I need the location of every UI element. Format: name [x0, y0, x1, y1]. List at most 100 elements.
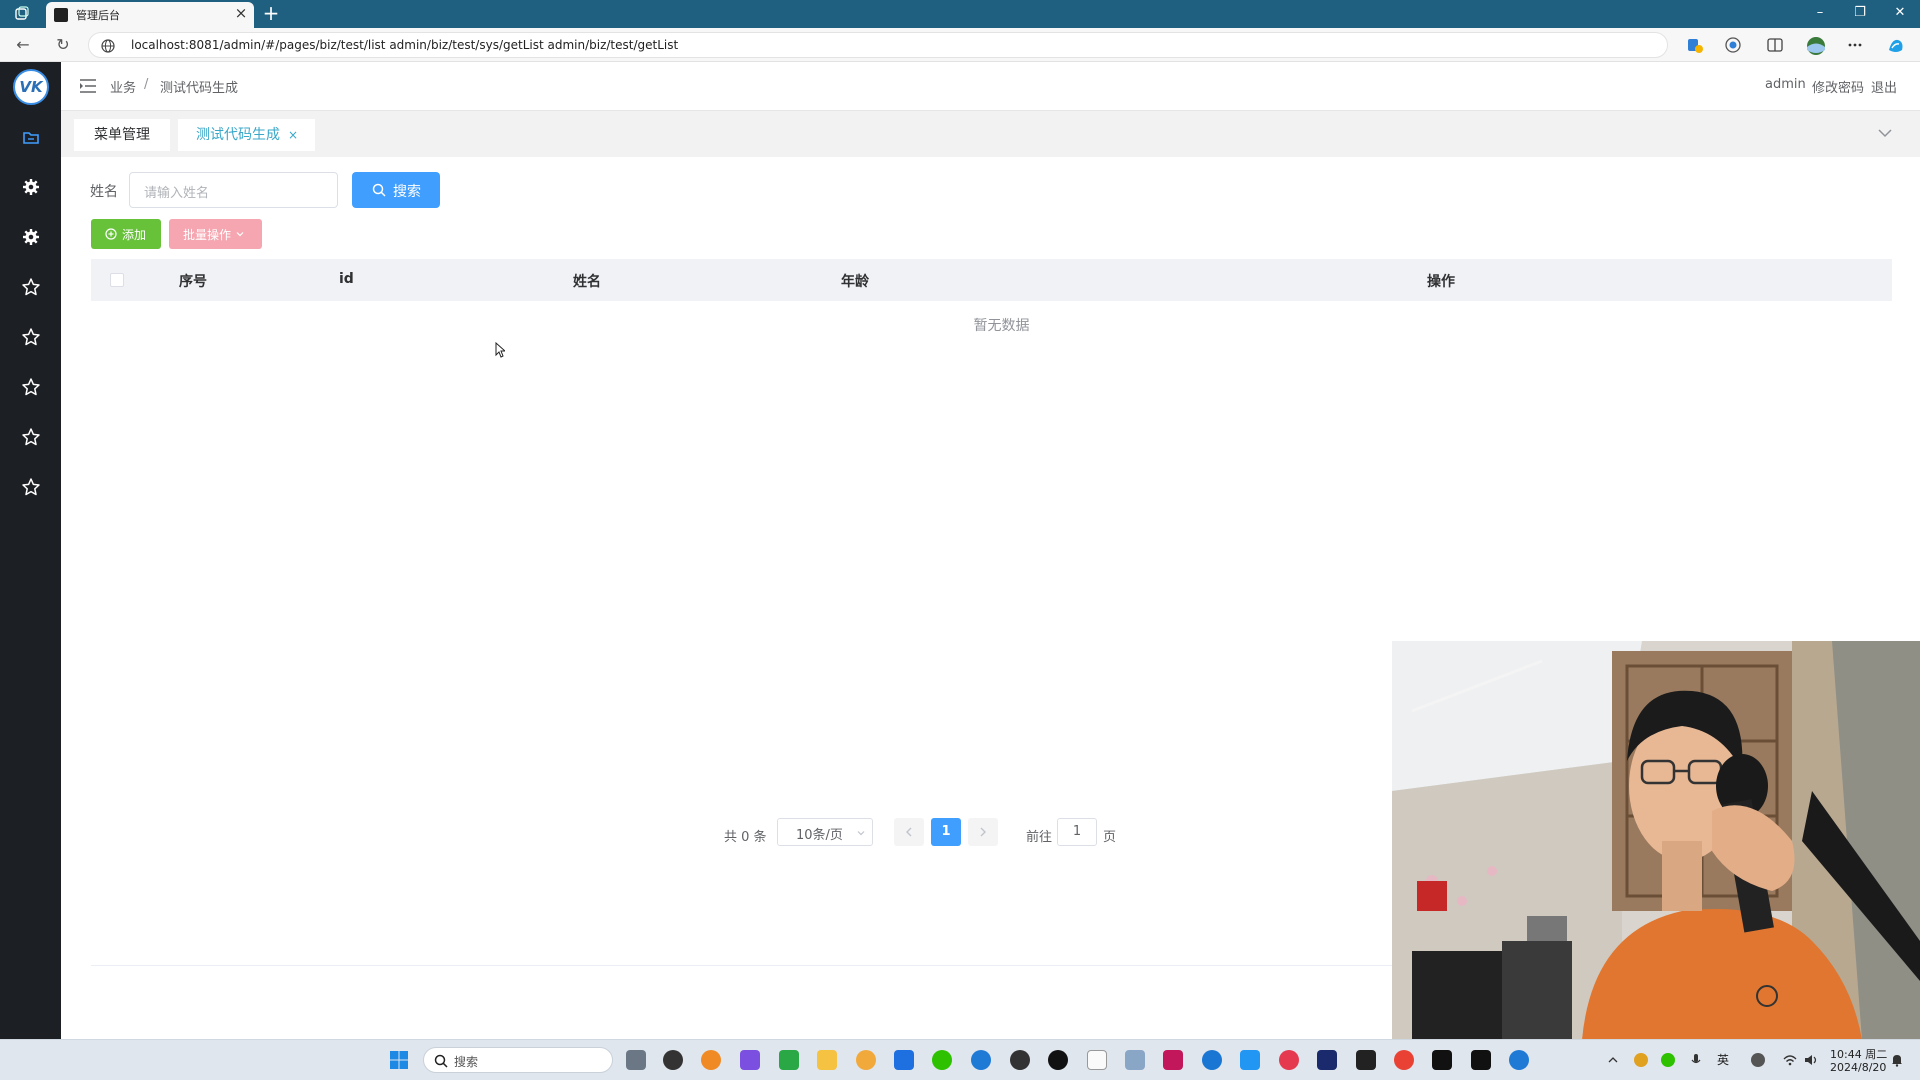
column-header-name[interactable]: 姓名: [573, 271, 601, 291]
tray-app-icon[interactable]: [1634, 1053, 1648, 1067]
gear-icon[interactable]: [21, 177, 41, 197]
profile-avatar-icon[interactable]: [1806, 36, 1825, 55]
minimize-button[interactable]: –: [1812, 5, 1828, 21]
qq-icon[interactable]: [1048, 1050, 1068, 1070]
os-taskbar: 搜索 英 10:44 周二 2024/8/20: [0, 1039, 1920, 1080]
volume-icon[interactable]: [1804, 1053, 1818, 1067]
input-language[interactable]: 英: [1717, 1051, 1729, 1068]
plus-circle-icon: [105, 228, 117, 240]
wechat-tray-icon[interactable]: [1661, 1053, 1675, 1067]
star-icon[interactable]: [21, 377, 41, 397]
star-icon[interactable]: [21, 477, 41, 497]
file-explorer-icon[interactable]: [817, 1050, 837, 1070]
microphone-icon[interactable]: [1689, 1053, 1703, 1067]
chevron-down-icon[interactable]: [1875, 123, 1895, 143]
add-button-label: 添加: [122, 228, 147, 242]
next-page-button[interactable]: [968, 818, 998, 846]
sidebar: VK: [0, 62, 61, 1039]
column-header-id[interactable]: id: [339, 271, 354, 287]
search-button-label: 搜索: [393, 184, 421, 200]
browser-tab[interactable]: 管理后台 ×: [46, 2, 254, 28]
wechat-icon[interactable]: [932, 1050, 952, 1070]
task-view-icon[interactable]: [626, 1050, 646, 1070]
extension-icon[interactable]: [1686, 36, 1704, 54]
star-icon[interactable]: [21, 327, 41, 347]
windows-start-icon[interactable]: [389, 1050, 409, 1070]
batch-actions-button[interactable]: 批量操作: [169, 219, 262, 249]
record-icon[interactable]: [1724, 36, 1742, 54]
browser-tabstrip: 管理后台 × + – ❐ ✕: [0, 0, 1920, 28]
more-menu-icon[interactable]: [1846, 36, 1864, 54]
monitor-icon[interactable]: [1125, 1050, 1145, 1070]
add-button[interactable]: 添加: [91, 219, 161, 249]
table-header: 序号 id 姓名 年龄 操作: [91, 259, 1892, 301]
vscode-icon[interactable]: [1240, 1050, 1260, 1070]
column-header-age[interactable]: 年龄: [841, 271, 869, 291]
edge-icon[interactable]: [971, 1050, 991, 1070]
gear-icon[interactable]: [21, 227, 41, 247]
address-bar[interactable]: localhost:8081/admin/#/pages/biz/test/li…: [88, 32, 1668, 58]
ime-icon[interactable]: [1751, 1053, 1765, 1067]
tab-close-icon[interactable]: ×: [288, 119, 298, 151]
clock-date[interactable]: 2024/8/20: [1830, 1061, 1886, 1074]
breadcrumb-current: 测试代码生成: [160, 81, 239, 96]
taskbar-search[interactable]: 搜索: [423, 1047, 613, 1073]
p-app-icon[interactable]: [894, 1050, 914, 1070]
tab-test-codegen[interactable]: 测试代码生成 ×: [178, 119, 315, 151]
reload-button[interactable]: ↻: [54, 36, 72, 54]
prev-page-button[interactable]: [894, 818, 924, 846]
capcut-icon[interactable]: [1471, 1050, 1491, 1070]
column-header-index[interactable]: 序号: [179, 271, 207, 291]
search-button[interactable]: 搜索: [352, 172, 440, 208]
unity-icon[interactable]: [1010, 1050, 1030, 1070]
name-search-input[interactable]: 请输入姓名: [129, 172, 338, 208]
app-icon[interactable]: [1279, 1050, 1299, 1070]
folder-icon[interactable]: [21, 127, 41, 147]
chrome-icon[interactable]: [1394, 1050, 1414, 1070]
breadcrumb-item[interactable]: 业务: [110, 77, 136, 96]
app-logo: VK: [13, 69, 49, 105]
notification-icon[interactable]: [1890, 1053, 1904, 1067]
new-tab-button[interactable]: +: [262, 3, 280, 23]
jetbrains-icon[interactable]: [1163, 1050, 1183, 1070]
terminal-icon[interactable]: [1356, 1050, 1376, 1070]
select-all-checkbox[interactable]: [110, 273, 124, 287]
split-screen-icon[interactable]: [1766, 36, 1784, 54]
star-icon[interactable]: [21, 277, 41, 297]
goto-page-input[interactable]: 1: [1057, 818, 1097, 846]
workspaces-icon[interactable]: [14, 6, 30, 22]
restore-button[interactable]: ❐: [1852, 5, 1868, 21]
photoshop-icon[interactable]: [1317, 1050, 1337, 1070]
unity-icon[interactable]: [663, 1050, 683, 1070]
clock-time[interactable]: 10:44 周二: [1830, 1046, 1887, 1062]
tab-favicon-icon: [54, 8, 68, 22]
webcam-overlay: [1392, 641, 1920, 1040]
search-tool-icon[interactable]: [701, 1050, 721, 1070]
app-header: 业务 / 测试代码生成 admin 修改密码 退出: [61, 62, 1920, 111]
hbuilder-icon[interactable]: [779, 1050, 799, 1070]
user-name[interactable]: admin: [1765, 77, 1806, 92]
chevron-up-icon[interactable]: [1606, 1053, 1620, 1067]
change-password-link[interactable]: 修改密码: [1812, 77, 1864, 96]
edge-active-icon[interactable]: [1509, 1050, 1529, 1070]
collapse-menu-icon[interactable]: [79, 78, 97, 94]
app-icon[interactable]: [856, 1050, 876, 1070]
tab-label: 测试代码生成: [196, 127, 280, 143]
back-button[interactable]: ←: [14, 36, 32, 54]
tiktok-icon[interactable]: [1432, 1050, 1452, 1070]
app-icon[interactable]: [740, 1050, 760, 1070]
page-number-button[interactable]: 1: [931, 818, 961, 846]
document-icon[interactable]: [1087, 1050, 1107, 1070]
maps-icon[interactable]: [1202, 1050, 1222, 1070]
tab-menu-management[interactable]: 菜单管理: [74, 119, 170, 151]
logout-link[interactable]: 退出: [1871, 77, 1897, 96]
search-icon: [434, 1054, 448, 1068]
tab-close-icon[interactable]: ×: [234, 6, 248, 21]
close-window-button[interactable]: ✕: [1892, 5, 1908, 21]
wifi-icon[interactable]: [1783, 1053, 1797, 1067]
search-icon: [372, 183, 386, 197]
page-size-select[interactable]: 10条/页: [777, 818, 873, 846]
star-icon[interactable]: [21, 427, 41, 447]
copilot-icon[interactable]: [1886, 36, 1904, 54]
batch-button-label: 批量操作: [183, 228, 232, 242]
